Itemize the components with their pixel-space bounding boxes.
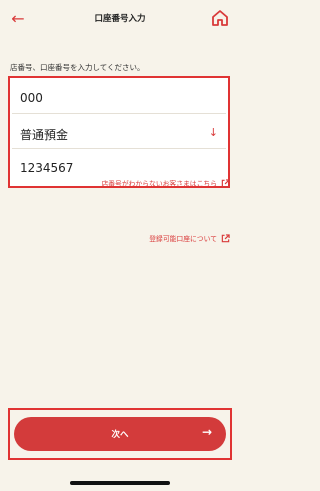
account-number-value: 1234567 xyxy=(20,161,74,175)
arrow-down-icon: ↓ xyxy=(208,126,218,139)
branch-number-value: 000 xyxy=(20,91,43,105)
page-title: 口座番号入力 xyxy=(94,14,146,24)
header-bar: ← 口座番号入力 xyxy=(0,0,240,40)
unknown-branch-link[interactable]: 店番号がわからないお客さまはこちら xyxy=(101,178,230,188)
external-link-icon xyxy=(221,178,230,187)
next-button-label: 次へ xyxy=(111,430,129,440)
account-type-select[interactable]: 普通預金 ↓ xyxy=(12,117,226,149)
account-type-value: 普通預金 xyxy=(20,128,69,142)
instruction-text: 店番号、口座番号を入力してください。 xyxy=(10,63,145,72)
registrable-accounts-link-label: 登録可能口座について xyxy=(149,235,217,243)
registrable-accounts-link[interactable]: 登録可能口座について xyxy=(149,233,230,243)
next-button[interactable]: 次へ → xyxy=(14,417,226,451)
external-link-icon xyxy=(221,233,230,242)
account-form: 000 普通預金 ↓ 1234567 xyxy=(8,76,230,188)
branch-number-field[interactable]: 000 xyxy=(12,82,226,114)
home-icon xyxy=(212,10,228,26)
home-button[interactable] xyxy=(210,8,230,28)
arrow-right-icon: → xyxy=(201,425,212,439)
unknown-branch-link-label: 店番号がわからないお客さまはこちら xyxy=(101,180,217,188)
home-indicator xyxy=(70,481,170,485)
next-button-area: 次へ → xyxy=(8,408,232,460)
